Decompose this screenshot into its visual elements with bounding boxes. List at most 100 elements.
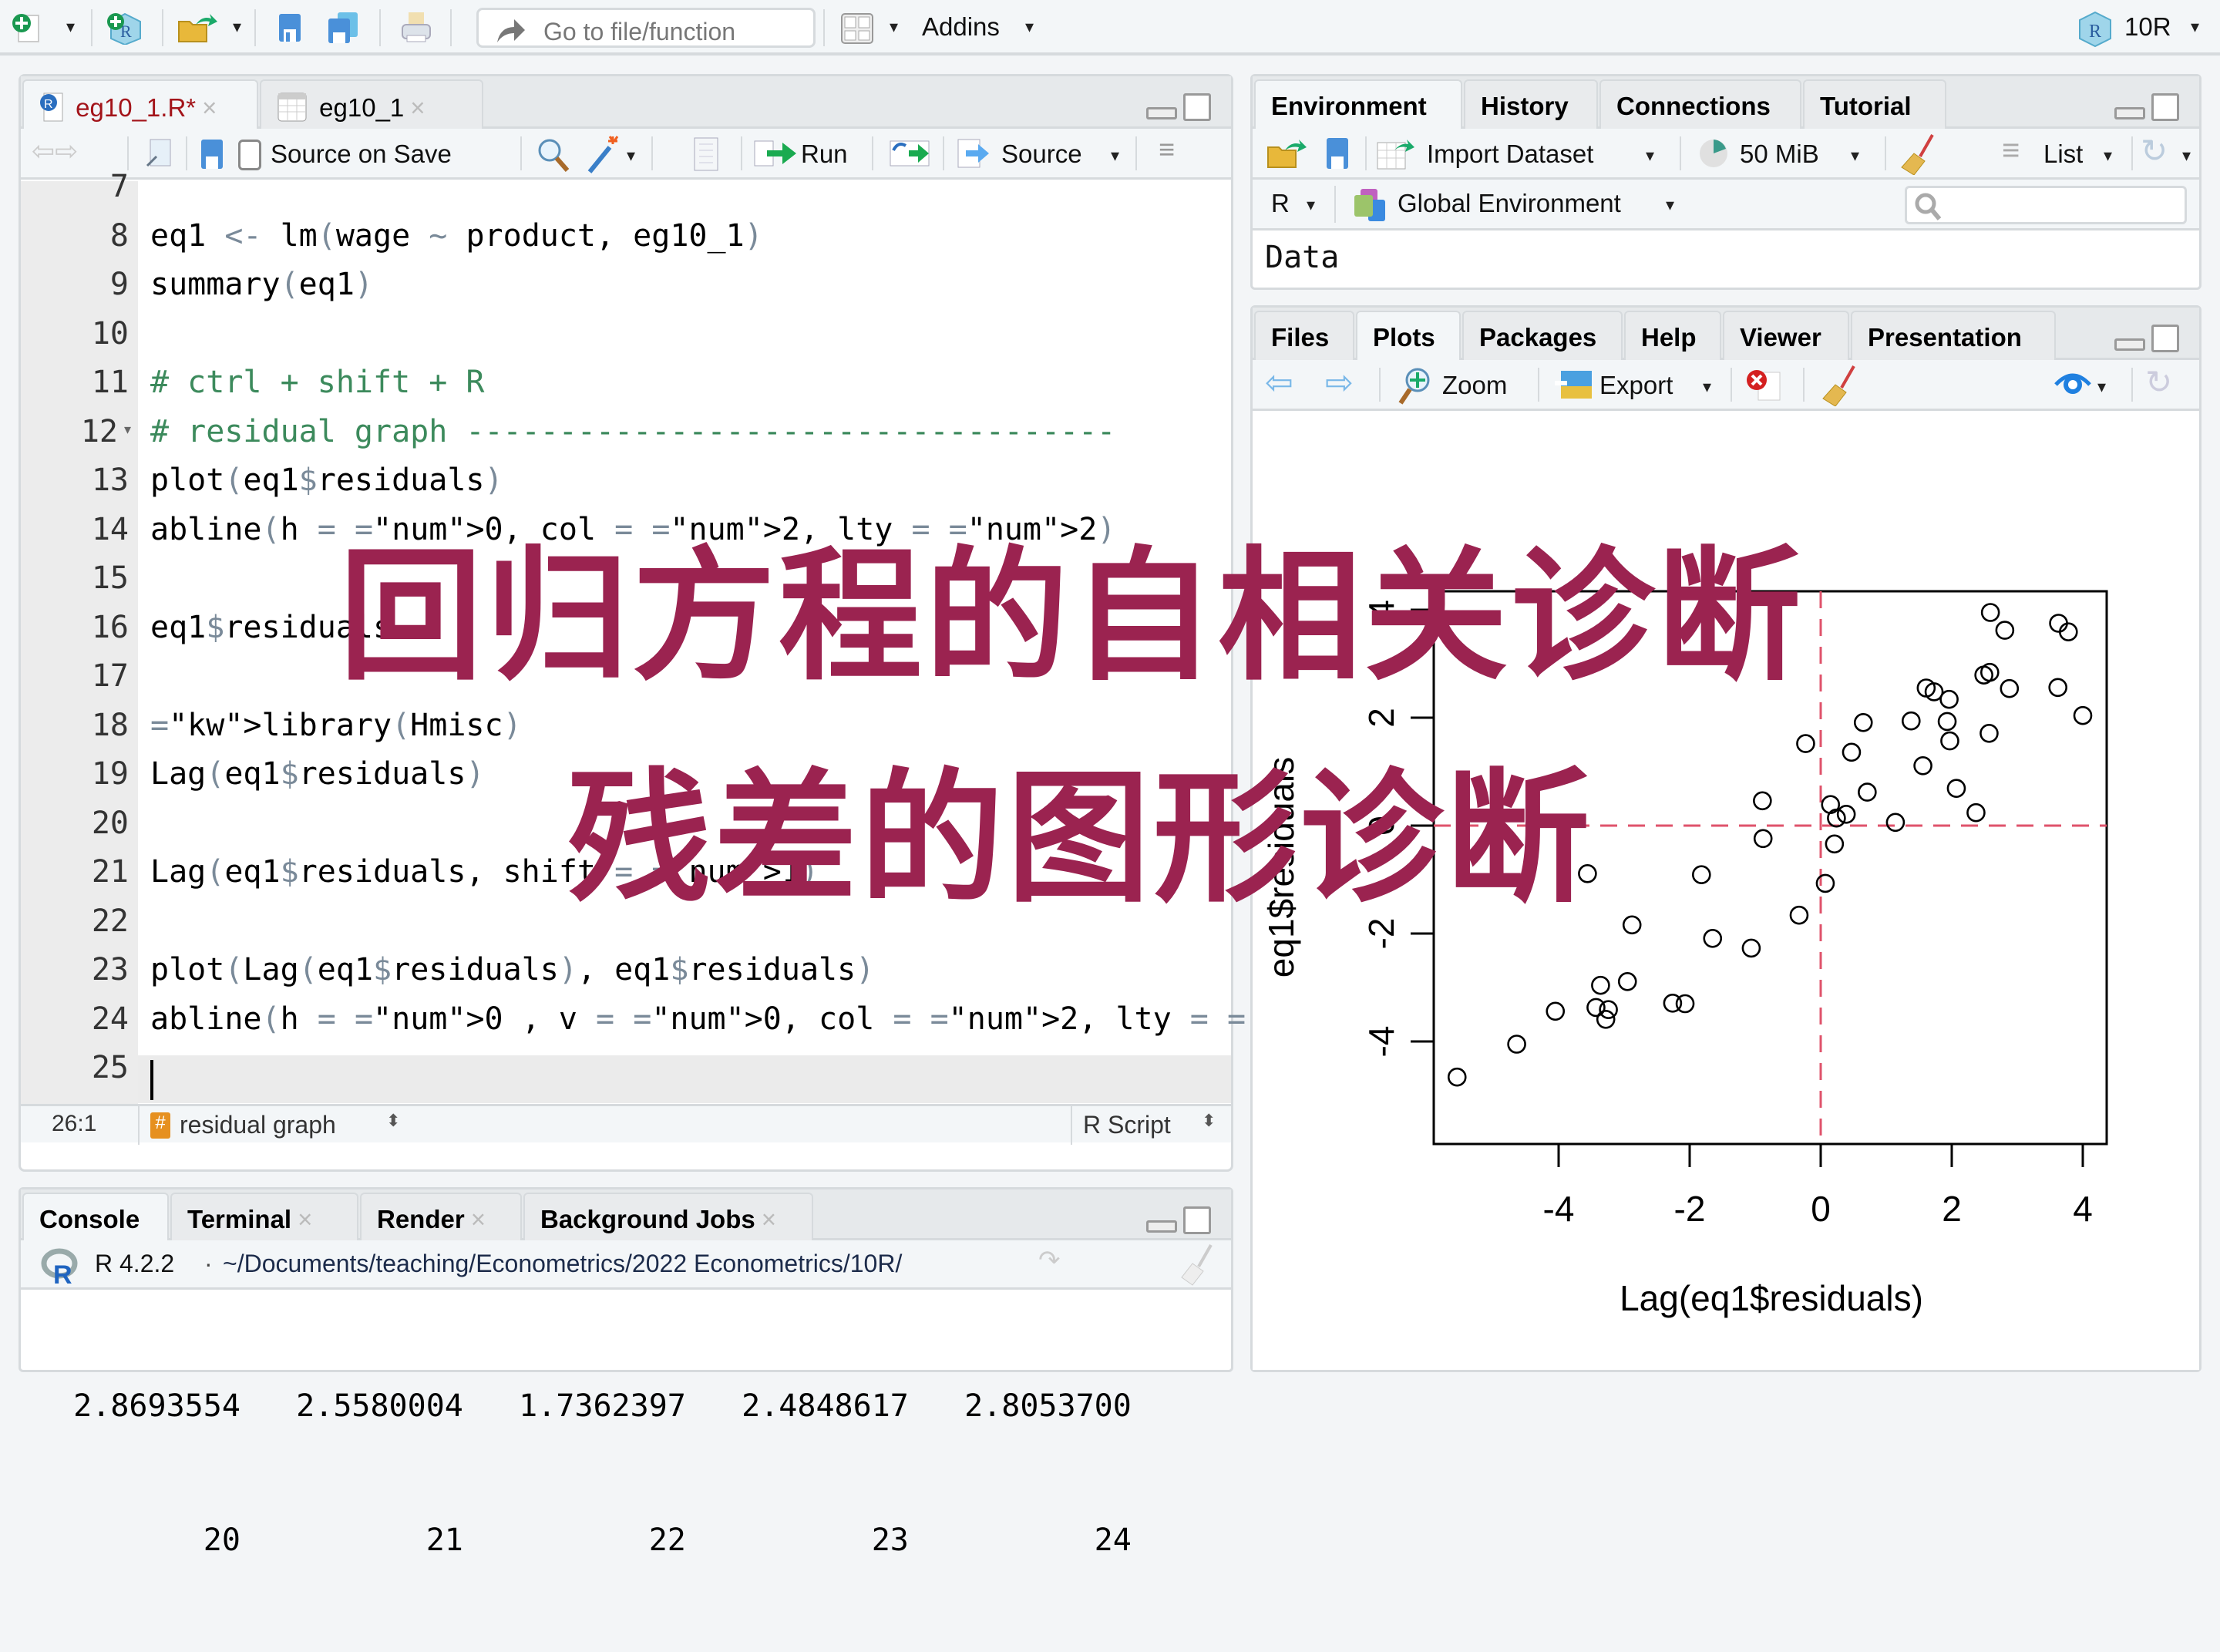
console-output[interactable]: 2.8693554 2.5580004 1.7362397 2.4848617 … — [36, 1294, 1132, 1652]
go-to-directory-icon[interactable]: ↷ — [1038, 1245, 1061, 1276]
tab-packages[interactable]: Packages — [1462, 311, 1623, 362]
project-icon[interactable]: R — [2077, 11, 2111, 48]
tab-environment[interactable]: Environment — [1254, 79, 1462, 133]
tab-plots[interactable]: Plots — [1356, 311, 1461, 365]
import-dataset-dropdown-icon[interactable]: ▾ — [1646, 146, 1654, 166]
tab-presentation[interactable]: Presentation — [1851, 311, 2056, 362]
project-dropdown-icon[interactable]: ▾ — [2191, 17, 2199, 37]
rerun-icon[interactable] — [889, 138, 935, 169]
view-mode-dropdown-icon[interactable]: ▾ — [2104, 146, 2112, 166]
code-line[interactable]: summary(eq1) — [150, 267, 373, 302]
memory-dropdown-icon[interactable]: ▾ — [1851, 146, 1859, 166]
pane-layout-dropdown-icon[interactable]: ▾ — [890, 17, 898, 37]
code-line[interactable]: plot(eq1$residuals) — [150, 463, 503, 498]
tab-viewer[interactable]: Viewer — [1723, 311, 1849, 362]
environment-scope-selector[interactable]: Global Environment — [1398, 189, 1621, 218]
remove-plot-icon[interactable] — [1746, 368, 1783, 402]
code-line[interactable]: Lag(eq1$residuals) — [150, 756, 485, 792]
minimize-maximize-pane[interactable] — [1146, 93, 1211, 121]
document-outline-icon[interactable]: ≡ — [1159, 133, 1175, 166]
tab-console[interactable]: Console — [22, 1193, 169, 1247]
tab-help[interactable]: Help — [1624, 311, 1721, 362]
clear-plots-broom-icon[interactable] — [1818, 365, 1858, 406]
tab-render[interactable]: Render × — [360, 1193, 522, 1243]
compile-report-icon[interactable] — [691, 136, 722, 172]
new-project-icon[interactable]: R — [106, 11, 141, 46]
code-tools-wand-icon[interactable] — [585, 135, 622, 175]
close-tab-icon[interactable]: × — [202, 93, 217, 122]
close-tab-icon[interactable]: × — [762, 1205, 776, 1233]
save-all-icon[interactable] — [327, 11, 358, 45]
close-tab-icon[interactable]: × — [471, 1205, 486, 1233]
previous-plot-icon[interactable]: ⇦ — [1265, 363, 1293, 402]
clear-workspace-broom-icon[interactable] — [1897, 133, 1937, 175]
scope-dropdown-icon[interactable]: ▾ — [1666, 195, 1674, 215]
back-arrow-icon[interactable]: ⇦⇨ — [32, 135, 78, 167]
tab-connections[interactable]: Connections — [1599, 79, 1801, 130]
pane-layout-icon[interactable] — [840, 11, 873, 45]
tab-files[interactable]: Files — [1254, 311, 1354, 362]
language-dropdown-icon[interactable]: ▾ — [1307, 195, 1315, 215]
tab-terminal[interactable]: Terminal × — [170, 1193, 358, 1243]
tab-history[interactable]: History — [1464, 79, 1598, 130]
file-type-updown-icon[interactable]: ⬍ — [1202, 1111, 1216, 1131]
publish-icon[interactable] — [2054, 369, 2091, 402]
source-on-save-checkbox[interactable] — [238, 140, 261, 170]
tab-tutorial[interactable]: Tutorial — [1803, 79, 1946, 130]
language-selector[interactable]: R — [1271, 189, 1290, 218]
open-file-icon[interactable] — [176, 11, 217, 45]
save-workspace-icon[interactable] — [1325, 136, 1350, 170]
close-tab-icon[interactable]: × — [410, 93, 425, 122]
source-on-save-label[interactable]: Source on Save — [271, 140, 452, 169]
toolbar-divider — [1379, 368, 1381, 402]
environment-search-input[interactable] — [1905, 186, 2187, 224]
export-dropdown-icon[interactable]: ▾ — [1703, 377, 1711, 397]
save-file-icon[interactable] — [200, 138, 224, 170]
code-line[interactable]: # ctrl + shift + R — [150, 365, 484, 400]
new-file-icon[interactable] — [11, 11, 42, 45]
minimize-maximize-pane[interactable] — [2114, 93, 2179, 121]
tab-eg10-1-r[interactable]: R eg10_1.R* × — [22, 79, 258, 133]
new-file-dropdown-icon[interactable]: ▾ — [66, 17, 75, 37]
export-button[interactable]: Export — [1599, 371, 1673, 400]
view-mode-button[interactable]: List — [2043, 140, 2083, 169]
next-plot-icon[interactable]: ⇨ — [1325, 363, 1354, 402]
code-line[interactable]: abline(h = ="num">0 , v = ="num">0, col … — [150, 1001, 1394, 1037]
code-line[interactable]: plot(Lag(eq1$residuals), eq1$residuals) — [150, 952, 874, 987]
tab-background-jobs[interactable]: Background Jobs × — [523, 1193, 813, 1243]
code-line[interactable]: # residual graph -----------------------… — [150, 414, 1115, 449]
refresh-plot-icon[interactable]: ↻ — [2145, 363, 2172, 401]
save-icon[interactable] — [278, 11, 308, 45]
publish-dropdown-icon[interactable]: ▾ — [2097, 377, 2106, 397]
minimize-maximize-pane[interactable] — [2114, 325, 2179, 352]
code-line[interactable]: ="kw">library(Hmisc) — [150, 708, 522, 743]
project-name[interactable]: 10R — [2124, 12, 2171, 42]
open-file-dropdown-icon[interactable]: ▾ — [233, 17, 241, 37]
go-to-file-input[interactable]: Go to file/function — [476, 8, 816, 48]
fold-chevron-icon[interactable]: ▾ — [124, 422, 131, 438]
tab-eg10-1-data[interactable]: eg10_1 × — [260, 79, 483, 130]
run-button[interactable]: Run — [801, 140, 848, 169]
load-workspace-icon[interactable] — [1265, 136, 1308, 170]
source-dropdown-icon[interactable]: ▾ — [1111, 146, 1119, 166]
file-type-menu[interactable]: R Script — [1083, 1111, 1171, 1139]
refresh-icon[interactable]: ↻ — [2141, 132, 2168, 170]
code-tools-dropdown-icon[interactable]: ▾ — [627, 146, 635, 166]
find-replace-icon[interactable] — [536, 136, 570, 173]
refresh-dropdown-icon[interactable]: ▾ — [2182, 146, 2191, 166]
clear-console-broom-icon[interactable] — [1177, 1243, 1216, 1287]
show-in-window-icon[interactable] — [144, 138, 172, 169]
source-button[interactable]: Source — [1001, 140, 1082, 169]
addins-dropdown-icon[interactable]: ▾ — [1025, 17, 1034, 37]
section-updown-icon[interactable]: ⬍ — [386, 1111, 400, 1131]
close-tab-icon[interactable]: × — [298, 1205, 312, 1233]
minimize-maximize-pane[interactable] — [1146, 1206, 1211, 1234]
working-directory[interactable]: ~/Documents/teaching/Econometrics/2022 E… — [223, 1250, 902, 1278]
code-line[interactable]: eq1 <- lm(wage ~ product, eg10_1) — [150, 218, 763, 254]
print-icon[interactable] — [399, 11, 431, 45]
addins-menu[interactable]: Addins — [922, 12, 1000, 42]
zoom-button[interactable]: Zoom — [1442, 371, 1507, 400]
section-jump-menu[interactable]: residual graph — [180, 1111, 336, 1139]
memory-usage-button[interactable]: 50 MiB — [1740, 140, 1819, 169]
import-dataset-button[interactable]: Import Dataset — [1427, 140, 1593, 169]
